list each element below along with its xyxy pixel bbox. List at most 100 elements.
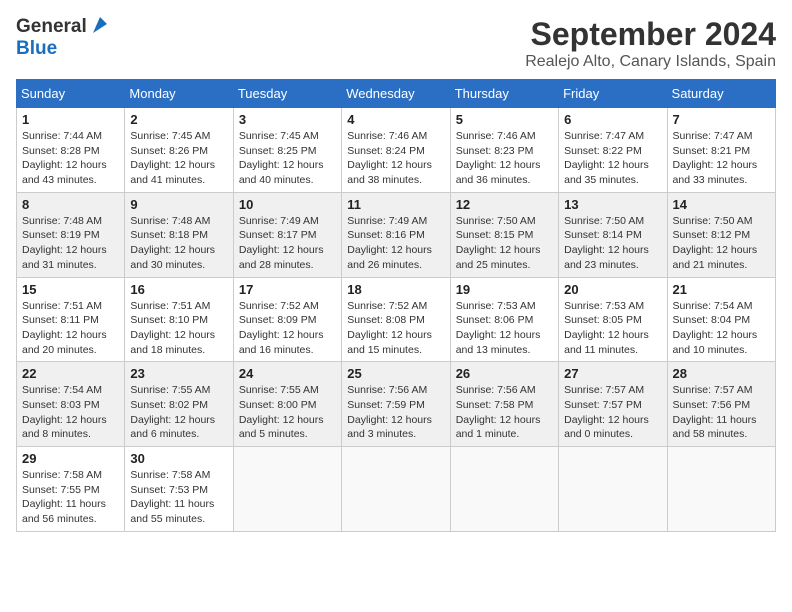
- day-info: Sunrise: 7:51 AM Sunset: 8:11 PM Dayligh…: [22, 299, 119, 358]
- header-friday: Friday: [559, 80, 667, 108]
- header-saturday: Saturday: [667, 80, 775, 108]
- logo-blue-text: Blue: [16, 38, 57, 59]
- day-info: Sunrise: 7:48 AM Sunset: 8:18 PM Dayligh…: [130, 214, 227, 273]
- day-cell-27: 27 Sunrise: 7:57 AM Sunset: 7:57 PM Dayl…: [559, 362, 667, 447]
- day-number: 26: [456, 366, 553, 381]
- day-info: Sunrise: 7:49 AM Sunset: 8:17 PM Dayligh…: [239, 214, 336, 273]
- day-cell-16: 16 Sunrise: 7:51 AM Sunset: 8:10 PM Dayl…: [125, 277, 233, 362]
- day-info: Sunrise: 7:51 AM Sunset: 8:10 PM Dayligh…: [130, 299, 227, 358]
- day-cell-24: 24 Sunrise: 7:55 AM Sunset: 8:00 PM Dayl…: [233, 362, 341, 447]
- empty-cell: [559, 447, 667, 532]
- day-info: Sunrise: 7:44 AM Sunset: 8:28 PM Dayligh…: [22, 129, 119, 188]
- day-info: Sunrise: 7:52 AM Sunset: 8:08 PM Dayligh…: [347, 299, 444, 358]
- day-number: 29: [22, 451, 119, 466]
- day-info: Sunrise: 7:54 AM Sunset: 8:04 PM Dayligh…: [673, 299, 770, 358]
- page-header: General Blue September 2024 Realejo Alto…: [16, 16, 776, 71]
- day-cell-1: 1 Sunrise: 7:44 AM Sunset: 8:28 PM Dayli…: [17, 108, 125, 193]
- day-number: 6: [564, 112, 661, 127]
- day-number: 23: [130, 366, 227, 381]
- day-info: Sunrise: 7:50 AM Sunset: 8:15 PM Dayligh…: [456, 214, 553, 273]
- day-number: 19: [456, 282, 553, 297]
- day-cell-17: 17 Sunrise: 7:52 AM Sunset: 8:09 PM Dayl…: [233, 277, 341, 362]
- day-number: 2: [130, 112, 227, 127]
- header-monday: Monday: [125, 80, 233, 108]
- day-number: 4: [347, 112, 444, 127]
- day-cell-26: 26 Sunrise: 7:56 AM Sunset: 7:58 PM Dayl…: [450, 362, 558, 447]
- day-number: 1: [22, 112, 119, 127]
- day-info: Sunrise: 7:53 AM Sunset: 8:05 PM Dayligh…: [564, 299, 661, 358]
- calendar-week-4: 22 Sunrise: 7:54 AM Sunset: 8:03 PM Dayl…: [17, 362, 776, 447]
- day-info: Sunrise: 7:53 AM Sunset: 8:06 PM Dayligh…: [456, 299, 553, 358]
- day-number: 8: [22, 197, 119, 212]
- day-number: 12: [456, 197, 553, 212]
- location-title: Realejo Alto, Canary Islands, Spain: [525, 53, 776, 71]
- day-info: Sunrise: 7:47 AM Sunset: 8:21 PM Dayligh…: [673, 129, 770, 188]
- day-cell-29: 29 Sunrise: 7:58 AM Sunset: 7:55 PM Dayl…: [17, 447, 125, 532]
- header-wednesday: Wednesday: [342, 80, 450, 108]
- logo: General Blue: [16, 16, 111, 60]
- day-info: Sunrise: 7:57 AM Sunset: 7:56 PM Dayligh…: [673, 383, 770, 442]
- calendar-header-row: Sunday Monday Tuesday Wednesday Thursday…: [17, 80, 776, 108]
- day-number: 24: [239, 366, 336, 381]
- day-info: Sunrise: 7:56 AM Sunset: 7:58 PM Dayligh…: [456, 383, 553, 442]
- day-info: Sunrise: 7:52 AM Sunset: 8:09 PM Dayligh…: [239, 299, 336, 358]
- month-title: September 2024: [525, 16, 776, 53]
- day-info: Sunrise: 7:55 AM Sunset: 8:02 PM Dayligh…: [130, 383, 227, 442]
- day-number: 15: [22, 282, 119, 297]
- day-info: Sunrise: 7:45 AM Sunset: 8:26 PM Dayligh…: [130, 129, 227, 188]
- day-number: 21: [673, 282, 770, 297]
- day-info: Sunrise: 7:56 AM Sunset: 7:59 PM Dayligh…: [347, 383, 444, 442]
- header-thursday: Thursday: [450, 80, 558, 108]
- day-info: Sunrise: 7:45 AM Sunset: 8:25 PM Dayligh…: [239, 129, 336, 188]
- calendar-week-1: 1 Sunrise: 7:44 AM Sunset: 8:28 PM Dayli…: [17, 108, 776, 193]
- day-number: 16: [130, 282, 227, 297]
- day-number: 14: [673, 197, 770, 212]
- day-cell-2: 2 Sunrise: 7:45 AM Sunset: 8:26 PM Dayli…: [125, 108, 233, 193]
- day-number: 7: [673, 112, 770, 127]
- day-info: Sunrise: 7:49 AM Sunset: 8:16 PM Dayligh…: [347, 214, 444, 273]
- day-cell-3: 3 Sunrise: 7:45 AM Sunset: 8:25 PM Dayli…: [233, 108, 341, 193]
- header-tuesday: Tuesday: [233, 80, 341, 108]
- day-number: 22: [22, 366, 119, 381]
- logo-general-text: General: [16, 16, 87, 38]
- day-cell-13: 13 Sunrise: 7:50 AM Sunset: 8:14 PM Dayl…: [559, 192, 667, 277]
- day-info: Sunrise: 7:46 AM Sunset: 8:24 PM Dayligh…: [347, 129, 444, 188]
- day-cell-8: 8 Sunrise: 7:48 AM Sunset: 8:19 PM Dayli…: [17, 192, 125, 277]
- day-info: Sunrise: 7:54 AM Sunset: 8:03 PM Dayligh…: [22, 383, 119, 442]
- day-cell-7: 7 Sunrise: 7:47 AM Sunset: 8:21 PM Dayli…: [667, 108, 775, 193]
- day-cell-20: 20 Sunrise: 7:53 AM Sunset: 8:05 PM Dayl…: [559, 277, 667, 362]
- day-number: 11: [347, 197, 444, 212]
- day-number: 27: [564, 366, 661, 381]
- day-info: Sunrise: 7:55 AM Sunset: 8:00 PM Dayligh…: [239, 383, 336, 442]
- day-cell-12: 12 Sunrise: 7:50 AM Sunset: 8:15 PM Dayl…: [450, 192, 558, 277]
- day-cell-23: 23 Sunrise: 7:55 AM Sunset: 8:02 PM Dayl…: [125, 362, 233, 447]
- day-number: 30: [130, 451, 227, 466]
- title-area: September 2024 Realejo Alto, Canary Isla…: [525, 16, 776, 71]
- calendar-week-3: 15 Sunrise: 7:51 AM Sunset: 8:11 PM Dayl…: [17, 277, 776, 362]
- day-cell-14: 14 Sunrise: 7:50 AM Sunset: 8:12 PM Dayl…: [667, 192, 775, 277]
- day-cell-28: 28 Sunrise: 7:57 AM Sunset: 7:56 PM Dayl…: [667, 362, 775, 447]
- day-info: Sunrise: 7:58 AM Sunset: 7:55 PM Dayligh…: [22, 468, 119, 527]
- day-info: Sunrise: 7:50 AM Sunset: 8:12 PM Dayligh…: [673, 214, 770, 273]
- empty-cell: [667, 447, 775, 532]
- calendar-week-5: 29 Sunrise: 7:58 AM Sunset: 7:55 PM Dayl…: [17, 447, 776, 532]
- empty-cell: [342, 447, 450, 532]
- day-info: Sunrise: 7:58 AM Sunset: 7:53 PM Dayligh…: [130, 468, 227, 527]
- day-info: Sunrise: 7:48 AM Sunset: 8:19 PM Dayligh…: [22, 214, 119, 273]
- day-number: 13: [564, 197, 661, 212]
- calendar-week-2: 8 Sunrise: 7:48 AM Sunset: 8:19 PM Dayli…: [17, 192, 776, 277]
- day-number: 20: [564, 282, 661, 297]
- day-cell-25: 25 Sunrise: 7:56 AM Sunset: 7:59 PM Dayl…: [342, 362, 450, 447]
- day-cell-5: 5 Sunrise: 7:46 AM Sunset: 8:23 PM Dayli…: [450, 108, 558, 193]
- day-cell-6: 6 Sunrise: 7:47 AM Sunset: 8:22 PM Dayli…: [559, 108, 667, 193]
- day-number: 17: [239, 282, 336, 297]
- day-number: 9: [130, 197, 227, 212]
- day-cell-11: 11 Sunrise: 7:49 AM Sunset: 8:16 PM Dayl…: [342, 192, 450, 277]
- day-cell-9: 9 Sunrise: 7:48 AM Sunset: 8:18 PM Dayli…: [125, 192, 233, 277]
- day-cell-22: 22 Sunrise: 7:54 AM Sunset: 8:03 PM Dayl…: [17, 362, 125, 447]
- calendar-table: Sunday Monday Tuesday Wednesday Thursday…: [16, 79, 776, 532]
- day-number: 28: [673, 366, 770, 381]
- day-number: 25: [347, 366, 444, 381]
- day-cell-21: 21 Sunrise: 7:54 AM Sunset: 8:04 PM Dayl…: [667, 277, 775, 362]
- day-cell-30: 30 Sunrise: 7:58 AM Sunset: 7:53 PM Dayl…: [125, 447, 233, 532]
